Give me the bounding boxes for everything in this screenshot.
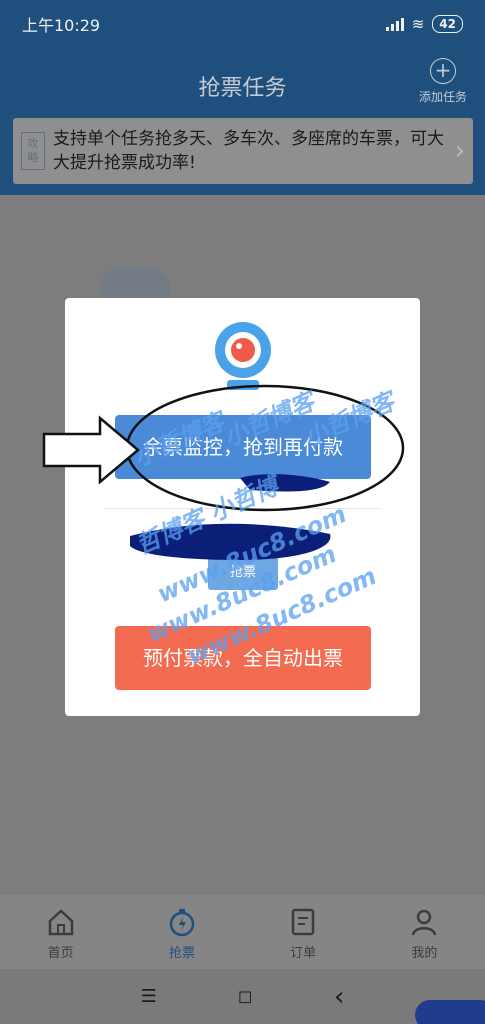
status-bar: 上午10:29 ≋ 42 — [22, 12, 463, 36]
bottom-tab-bar: 首页 抢票 订单 我的 — [0, 893, 485, 969]
tab-home[interactable]: 首页 — [0, 894, 121, 969]
plus-icon: + — [430, 58, 456, 84]
person-icon — [412, 909, 437, 936]
battery-indicator: 42 — [432, 15, 463, 33]
strategy-badge: 攻 略 — [21, 132, 45, 170]
signal-icon — [385, 17, 404, 31]
order-icon — [291, 908, 315, 936]
stopwatch-icon — [169, 909, 195, 937]
tab-label: 我的 — [411, 946, 438, 961]
tab-mine[interactable]: 我的 — [364, 894, 485, 969]
tab-label: 订单 — [290, 946, 317, 961]
menu-icon[interactable]: ☰ — [141, 986, 157, 1007]
add-task-label: 添加任务 — [418, 90, 467, 104]
chevron-right-icon: › — [454, 136, 465, 166]
home-nav-icon[interactable]: ◻ — [238, 986, 253, 1007]
tip-text: 支持单个任务抢多天、多车次、多座席的车票，可大大提升抢票成功率! — [53, 129, 444, 173]
tab-label: 抢票 — [168, 946, 195, 961]
camera-icon — [215, 322, 271, 390]
wifi-icon: ≋ — [411, 15, 425, 33]
tab-orders[interactable]: 订单 — [243, 894, 364, 969]
scribble-mark — [415, 1000, 485, 1024]
tab-grab-ticket[interactable]: 抢票 — [121, 894, 242, 969]
add-task-button[interactable]: + 添加任务 — [413, 58, 473, 105]
system-nav-bar: ☰ ◻ ‹ — [0, 969, 485, 1024]
home-icon — [48, 909, 73, 936]
tip-banner[interactable]: 攻 略 支持单个任务抢多天、多车次、多座席的车票，可大大提升抢票成功率! › — [13, 118, 473, 184]
status-time: 上午10:29 — [22, 16, 101, 35]
back-icon[interactable]: ‹ — [334, 982, 344, 1012]
tab-label: 首页 — [47, 946, 74, 961]
